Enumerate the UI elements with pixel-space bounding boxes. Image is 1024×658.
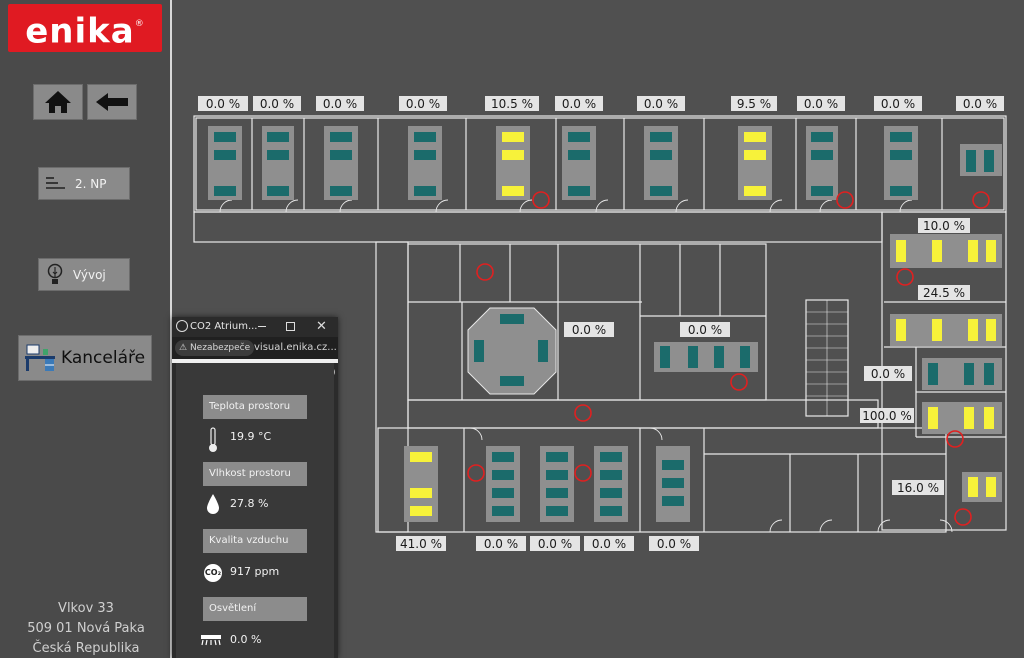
home-button[interactable] (33, 84, 83, 120)
top-room-desks (208, 126, 1002, 200)
room-value: 0.0 % (657, 537, 691, 551)
lightbulb-icon (47, 263, 63, 284)
dev-button-label: Vývoj (73, 267, 106, 282)
address-line-2: 509 01 Nová Paka (27, 621, 145, 636)
info-icon[interactable] (574, 464, 592, 482)
maximize-icon[interactable] (286, 322, 295, 331)
light-fixture-icon (201, 635, 221, 646)
room-value: 0.0 % (484, 537, 518, 551)
popup-url: visual.enika.cz... (254, 342, 337, 353)
room-value: 0.0 % (562, 97, 596, 111)
room-value: 0.0 % (260, 97, 294, 111)
sensor-value: 0.0 % (230, 633, 262, 646)
sensor-label: Vlhkost prostoru (203, 462, 307, 486)
room-value: 0.0 % (572, 323, 606, 337)
address-line-3: Česká Republika (32, 641, 140, 656)
bottom-desks (404, 446, 690, 522)
address-line-1: Vlkov 33 (58, 601, 114, 616)
offices-button-label: Kanceláře (61, 348, 146, 368)
sensor-value: 917 ppm (230, 565, 280, 578)
room-value: 10.5 % (491, 97, 533, 111)
sidebar: enika® 2. NP Vývoj Kanceláře Vlkov 33 50… (0, 0, 170, 658)
info-icon[interactable] (467, 464, 485, 482)
back-arrow-icon (96, 93, 128, 111)
room-value: 24.5 % (923, 286, 965, 300)
popup-title: CO2 Atrium... (190, 321, 258, 332)
room-value: 16.0 % (897, 481, 939, 495)
room-value: 0.0 % (323, 97, 357, 111)
room-value: 0.0 % (538, 537, 572, 551)
home-icon (45, 91, 71, 113)
center-desks (467, 307, 758, 395)
room-value: 0.0 % (206, 97, 240, 111)
info-icon[interactable] (730, 373, 748, 391)
sensor-label: Osvětlení (203, 597, 307, 621)
info-icon[interactable] (574, 404, 592, 422)
room-value: 0.0 % (592, 537, 626, 551)
sensor-label: Kvalita vzduchu (203, 529, 307, 553)
top-wing-wall-inner (195, 117, 1005, 211)
room-value: 0.0 % (406, 97, 440, 111)
room-value: 0.0 % (804, 97, 838, 111)
dev-button[interactable]: Vývoj (38, 258, 130, 291)
left-corridor (375, 241, 409, 533)
lower-corridor (407, 399, 879, 429)
room-value: 41.0 % (400, 537, 442, 551)
sensor-value: 27.8 % (230, 497, 269, 510)
room-value: 0.0 % (963, 97, 997, 111)
room-value: 100.0 % (862, 409, 912, 423)
popup-body: Teplota prostoru 19.9 °C Vlhkost prostor… (176, 363, 334, 658)
room-value: 0.0 % (871, 367, 905, 381)
info-icon[interactable] (954, 508, 972, 526)
droplet-icon (207, 494, 219, 514)
thermometer-icon (209, 427, 217, 452)
info-icon[interactable] (476, 263, 494, 281)
popup-url-bar[interactable]: ⚠ Nezabezpeče visual.enika.cz... (172, 337, 338, 359)
co2-icon: CO₂ (204, 564, 222, 582)
warning-icon: ⚠ (179, 343, 188, 353)
floor-button-label: 2. NP (75, 176, 107, 191)
info-icon[interactable] (532, 191, 550, 209)
stair-steps (806, 300, 848, 416)
info-icon[interactable] (972, 191, 990, 209)
minimize-icon[interactable] (258, 326, 266, 327)
security-warning[interactable]: ⚠ Nezabezpeče (175, 340, 255, 356)
list-icon (46, 176, 65, 189)
close-icon[interactable]: ✕ (316, 319, 327, 334)
popup-window: CO2 Atrium... ✕ ⚠ Nezabezpeče visual.eni… (172, 317, 338, 658)
info-icon[interactable] (836, 191, 854, 209)
sensor-label: Teplota prostoru (203, 395, 307, 419)
bottom-partitions (463, 428, 946, 532)
globe-icon (176, 320, 188, 332)
room-value: 0.0 % (644, 97, 678, 111)
room-value: 10.0 % (923, 219, 965, 233)
info-icon[interactable] (896, 268, 914, 286)
top-corridor (193, 211, 883, 243)
office-desk-icon (25, 344, 55, 371)
back-button[interactable] (87, 84, 137, 120)
room-value: 0.0 % (688, 323, 722, 337)
sensor-value: 19.9 °C (230, 430, 272, 443)
popup-titlebar: CO2 Atrium... ✕ (172, 317, 338, 337)
enika-logo: enika® (8, 4, 162, 52)
room-value: 0.0 % (881, 97, 915, 111)
floor-button[interactable]: 2. NP (38, 167, 130, 200)
room-value: 9.5 % (737, 97, 771, 111)
offices-button[interactable]: Kanceláře (18, 335, 152, 381)
